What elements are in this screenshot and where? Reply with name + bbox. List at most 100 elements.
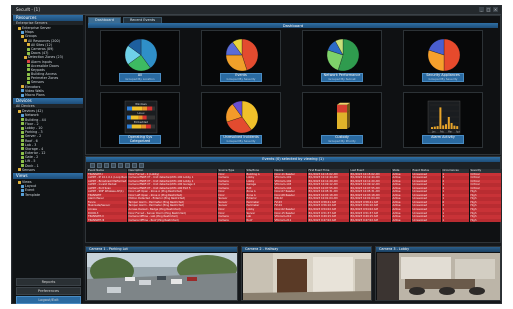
camera-view-3[interactable]: Camera 3 - Lobby [375,246,501,301]
folder-icon [21,126,24,130]
resource-tree-item[interactable]: Macro Plans [15,93,83,97]
resolve-icon[interactable] [97,163,102,168]
window-controls: _ □ × [479,7,498,12]
tile-chart [427,38,461,72]
bar-segment [141,124,147,129]
folder-icon [21,164,24,168]
folder-icon [21,139,24,143]
camera-title: Camera 2 - Hallway [242,247,371,252]
tile-caption: Events Grouped By Severity [220,73,262,82]
table-row[interactable]: TRANSMIT-III Camera Offline - Roof (Ping … [87,218,502,223]
tile-chart [225,38,259,72]
maximize-button[interactable]: □ [486,7,491,12]
dashboard-tile[interactable]: Events Grouped By Severity [201,30,281,86]
dashboard-tile[interactable]: All Grouped By Location [100,30,180,86]
tile-caption: Custody Grouped By Priority [321,135,363,144]
preferences-button[interactable]: Preferences [16,287,81,295]
axis-tick-label: Apr [456,131,460,134]
dashboard-tile[interactable]: Network Performance Grouped By Subnet [302,30,382,86]
folder-icon [21,30,24,34]
tree-item-label: Macro Plans [25,93,45,97]
folder-icon [21,155,24,159]
dashboard-tile[interactable]: Security Appliances Grouped By Severity [403,30,483,86]
table-cell: Camera Offline - Roof (Ping Restricted) [127,218,218,223]
views-tree: Views Layout Event Template [13,179,83,198]
stack-segment [337,112,347,129]
resources-tree: Enterprise Server Maps Groups All Resources… [13,25,83,98]
logout-button[interactable]: Logout/Exit [16,296,81,304]
minimize-button[interactable]: _ [479,7,484,12]
column-bar [442,125,445,129]
column-bar [453,125,456,129]
folder-icon [24,39,27,43]
column-bar [450,123,453,129]
camera-feed-lobby [377,253,500,300]
device-tree-item[interactable]: Sensors [15,168,83,172]
dashboard-panel: Dashboard Recent Events Dashboard All Gro… [85,15,501,155]
columns-icon[interactable] [139,163,144,168]
folder-icon [27,76,30,80]
tile-caption: Operating Sys Categorized [119,135,161,144]
folder-icon [21,151,24,155]
filter-icon[interactable] [104,163,109,168]
folder-icon [24,55,27,59]
camera-view-2[interactable]: Camera 2 - Hallway [241,246,372,301]
tile-chart [124,38,158,72]
axis-tick-label: Mar [448,131,452,134]
folder-icon [27,64,30,68]
tile-subtitle: Grouped By Priority [328,138,356,143]
column-bar [439,107,442,129]
print-icon[interactable] [125,163,130,168]
bar-segment [138,115,143,120]
folder-icon [21,184,24,188]
tile-caption: Unresolved Incidents Grouped By Severity [220,135,262,144]
settings-icon[interactable] [132,163,137,168]
camera-feed-parking [87,253,237,300]
axis-tick-label: Feb [440,131,444,134]
dashboard-header: Dashboard [88,23,498,28]
folder-icon [21,147,24,151]
events-table: Event Name Description Source Type Site/Zon… [87,169,502,223]
title-bar: SecurIt - [1] _ □ × [12,6,501,15]
folder-icon [21,193,24,197]
view-tree-item[interactable]: Template [15,193,83,197]
folder-icon [27,60,30,64]
folder-icon [27,81,30,85]
refresh-icon[interactable] [111,163,116,168]
app-title: SecurIt - [1] [16,7,40,12]
acknowledge-icon[interactable] [90,163,95,168]
dashboard-tile[interactable]: Jan Feb Mar Apr Alarm Activity [403,92,483,148]
dashboard-tile[interactable]: Windows Linux Embedded Operating Sys Catego… [100,92,180,148]
camera-view-1[interactable]: Camera 1 - Parking Lot [85,246,238,301]
folder-icon [21,89,24,93]
tile-subtitle: Grouped By Severity [226,76,256,81]
tile-chart: Jan Feb Mar Apr [427,100,461,134]
folder-icon [27,72,30,76]
column-bar [456,126,459,129]
dashboard-tile[interactable]: Unresolved Incidents Grouped By Severity [201,92,281,148]
table-cell: 8/1/2023 9:47:02 AM [307,218,350,223]
tile-subtitle: Grouped By Severity [428,76,458,81]
table-cell: Unresolved [411,218,442,223]
devices-tree: Devices (42) Network Building - 44 Floor - … [13,108,83,173]
tree-item-label: Template [25,192,41,197]
bar-segment [130,115,139,120]
folder-icon [21,85,24,89]
folder-icon [21,188,24,192]
bar-segment [132,106,143,111]
table-cell: TRANSMIT-III [87,218,128,223]
column-bar [433,126,436,129]
camera-title: Camera 3 - Lobby [376,247,500,252]
export-icon[interactable] [118,163,123,168]
folder-icon [18,26,21,30]
table-cell: Camera [217,218,246,223]
folder-icon [18,168,21,172]
dashboard-tile[interactable]: Custody Grouped By Priority [302,92,382,148]
close-button[interactable]: × [493,7,498,12]
reports-button[interactable]: Reports [16,278,81,286]
bar-segment [147,106,153,111]
folder-icon [21,130,24,134]
bar-segment [127,106,133,111]
bar-segment [131,124,142,129]
column-bar [431,127,433,129]
